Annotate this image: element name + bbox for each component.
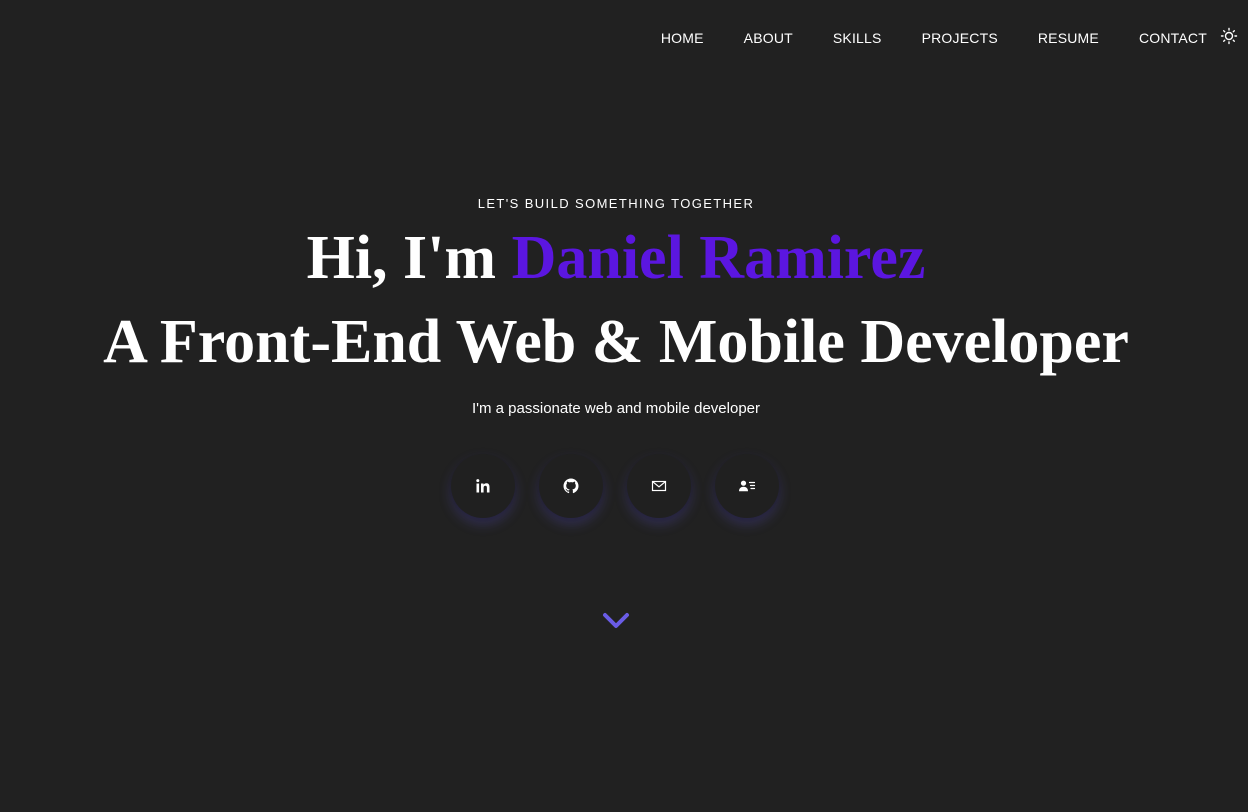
- top-nav: HOME ABOUT SKILLS PROJECTS RESUME CONTAC…: [661, 29, 1248, 47]
- github-icon: [563, 478, 579, 494]
- social-links: [451, 454, 779, 518]
- chevron-down-icon[interactable]: [601, 610, 631, 632]
- page: HOME ABOUT SKILLS PROJECTS RESUME CONTAC…: [0, 0, 1248, 812]
- nav-resume[interactable]: RESUME: [1038, 29, 1099, 47]
- mail-icon: [651, 478, 667, 494]
- hero-greeting: Hi, I'm: [306, 224, 512, 292]
- linkedin-icon: [475, 478, 491, 494]
- nav-about[interactable]: ABOUT: [744, 29, 793, 47]
- resume-contact-button[interactable]: [715, 454, 779, 518]
- nav-projects[interactable]: PROJECTS: [922, 29, 998, 47]
- linkedin-button[interactable]: [451, 454, 515, 518]
- nav-contact[interactable]: CONTACT: [1139, 29, 1207, 47]
- hero-name: Daniel Ramirez: [511, 224, 926, 292]
- hero-description: I'm a passionate web and mobile develope…: [471, 400, 761, 417]
- hero-title: A Front-End Web & Mobile Developer: [103, 308, 1129, 376]
- hero-tagline: LET'S BUILD SOMETHING TOGETHER: [477, 196, 755, 211]
- contact-card-icon: [738, 478, 756, 494]
- email-button[interactable]: [627, 454, 691, 518]
- github-button[interactable]: [539, 454, 603, 518]
- nav-skills[interactable]: SKILLS: [833, 29, 882, 47]
- nav-home[interactable]: HOME: [661, 29, 704, 47]
- sun-icon[interactable]: [1220, 27, 1238, 45]
- hero-headline: Hi, I'm Daniel Ramirez: [0, 222, 1232, 294]
